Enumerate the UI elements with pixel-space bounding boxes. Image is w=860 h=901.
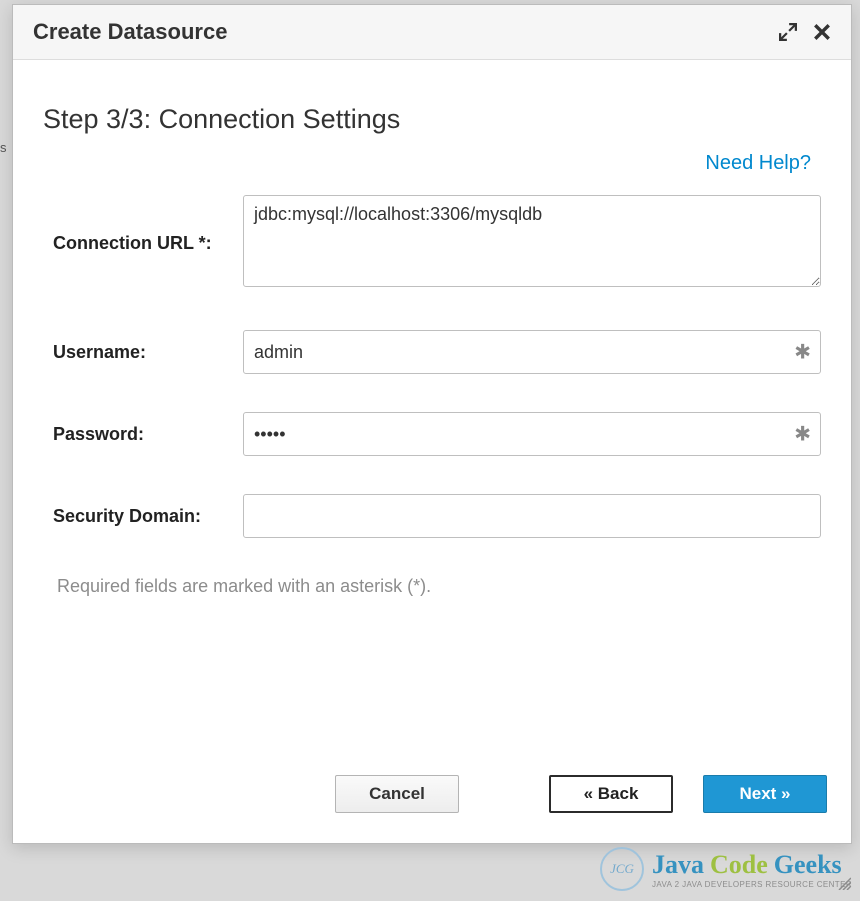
- jcg-logo-icon: JCG: [600, 847, 644, 891]
- watermark: JCG Java Code Geeks JAVA 2 JAVA DEVELOPE…: [600, 847, 852, 891]
- required-fields-note: Required fields are marked with an aster…: [57, 576, 821, 597]
- watermark-word-code: Code: [710, 850, 768, 880]
- connection-url-label: Connection URL *:: [43, 233, 243, 254]
- create-datasource-modal: Create Datasource Step 3/3: Connection S…: [12, 4, 852, 844]
- modal-header: Create Datasource: [13, 5, 851, 60]
- need-help-link[interactable]: Need Help?: [705, 152, 811, 175]
- modal-title: Create Datasource: [33, 19, 227, 45]
- watermark-text-block: Java Code Geeks JAVA 2 JAVA DEVELOPERS R…: [652, 850, 852, 889]
- connection-url-input[interactable]: [243, 195, 821, 287]
- connection-settings-form: Connection URL *: Username: ✱ Password: …: [43, 195, 821, 597]
- security-domain-row: Security Domain:: [43, 494, 821, 538]
- step-heading: Step 3/3: Connection Settings: [43, 104, 821, 135]
- username-label: Username:: [43, 342, 243, 363]
- watermark-word-java: Java: [652, 850, 704, 880]
- back-button[interactable]: « Back: [549, 775, 673, 813]
- resize-grip-icon[interactable]: [835, 874, 851, 890]
- next-button[interactable]: Next »: [703, 775, 827, 813]
- connection-url-row: Connection URL *:: [43, 195, 821, 292]
- password-row: Password: ✱: [43, 412, 821, 456]
- close-icon[interactable]: [813, 23, 831, 41]
- expand-icon[interactable]: [779, 23, 797, 41]
- modal-body: Step 3/3: Connection Settings Need Help?…: [13, 60, 851, 757]
- username-input[interactable]: [243, 330, 821, 374]
- username-row: Username: ✱: [43, 330, 821, 374]
- watermark-subtitle: JAVA 2 JAVA DEVELOPERS RESOURCE CENTER: [652, 880, 852, 889]
- sidebar-peek-text: s: [0, 140, 8, 155]
- watermark-word-geeks: Geeks: [774, 850, 842, 880]
- password-input[interactable]: [243, 412, 821, 456]
- cancel-button[interactable]: Cancel: [335, 775, 459, 813]
- password-label: Password:: [43, 424, 243, 445]
- modal-header-actions: [779, 23, 831, 41]
- security-domain-label: Security Domain:: [43, 506, 243, 527]
- security-domain-input[interactable]: [243, 494, 821, 538]
- modal-footer: Cancel « Back Next »: [13, 757, 851, 843]
